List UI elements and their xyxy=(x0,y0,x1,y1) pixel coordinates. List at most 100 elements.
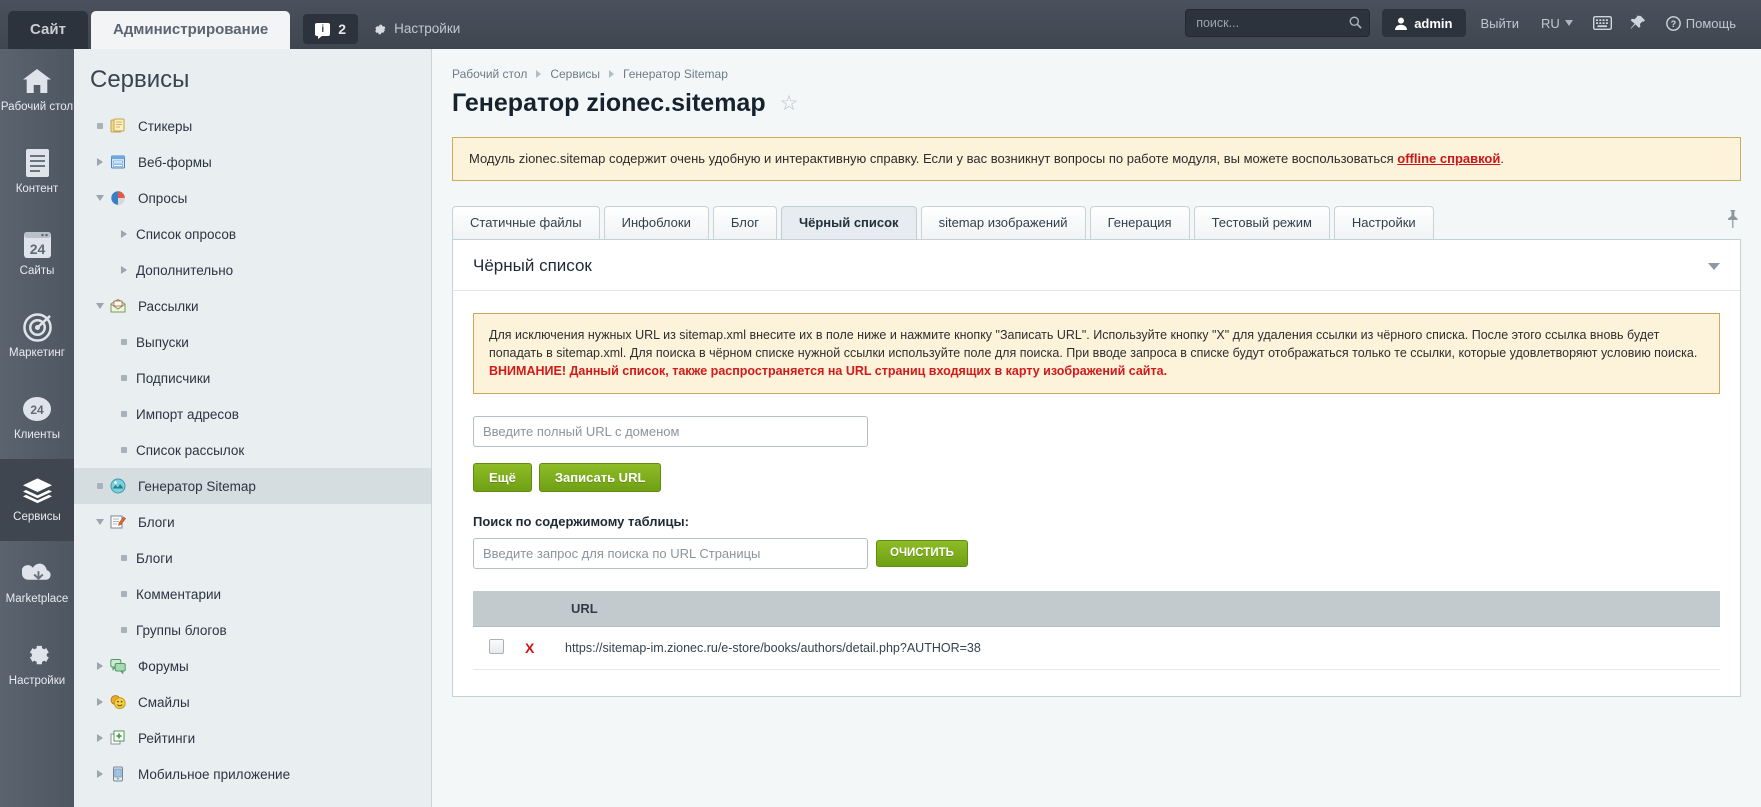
page-title: Генератор zionec.sitemap xyxy=(452,89,766,118)
tree-item-label: Стикеры xyxy=(136,119,192,134)
tree-item-1[interactable]: Веб-формы xyxy=(74,144,431,180)
tree-item-11[interactable]: Блоги xyxy=(74,504,431,540)
delete-row-button[interactable]: X xyxy=(525,640,534,656)
content-tab-2[interactable]: Блог xyxy=(713,206,777,239)
search-icon[interactable] xyxy=(1348,15,1363,30)
bullet-icon xyxy=(114,555,134,561)
table-body: Xhttps://sitemap-im.zionec.ru/e-store/bo… xyxy=(473,626,1720,669)
global-search[interactable] xyxy=(1185,9,1370,37)
th-checkbox xyxy=(473,591,515,627)
keyboard-shortcuts-button[interactable] xyxy=(1584,16,1621,30)
top-tab-site[interactable]: Сайт xyxy=(8,11,88,49)
rail-item-label: Маркетинг xyxy=(9,347,65,360)
expand-triangle-icon[interactable] xyxy=(90,158,110,166)
logout-link[interactable]: Выйти xyxy=(1470,9,1531,37)
breadcrumb-item-0[interactable]: Рабочий стол xyxy=(452,67,527,81)
expand-triangle-icon[interactable] xyxy=(114,266,134,274)
collapse-triangle-icon[interactable] xyxy=(90,303,110,309)
write-url-button[interactable]: Записать URL xyxy=(539,463,662,492)
user-icon xyxy=(1395,17,1407,30)
mobile-icon xyxy=(110,766,136,782)
tree-item-4[interactable]: Дополнительно xyxy=(74,252,431,288)
tree-item-label: Дополнительно xyxy=(134,263,233,278)
content-tab-1[interactable]: Инфоблоки xyxy=(604,206,709,239)
action-buttons-row: Ещё Записать URL xyxy=(473,463,1720,492)
tree-item-9[interactable]: Список рассылок xyxy=(74,432,431,468)
breadcrumb-item-1[interactable]: Сервисы xyxy=(550,67,600,81)
sitemap-icon xyxy=(110,478,136,494)
rail-item-маркетинг[interactable]: Маркетинг xyxy=(0,295,74,377)
content-tab-4[interactable]: sitemap изображений xyxy=(921,206,1086,239)
bullet-icon xyxy=(90,483,110,489)
language-selector[interactable]: RU xyxy=(1530,9,1584,37)
favorite-star-icon[interactable]: ☆ xyxy=(780,93,799,114)
collapse-triangle-icon[interactable] xyxy=(90,519,110,525)
rail-item-сайты[interactable]: 24Сайты xyxy=(0,213,74,295)
tree-item-18[interactable]: Мобильное приложение xyxy=(74,756,431,792)
top-bar-right: admin Выйти RU ? Помощь xyxy=(1185,0,1761,49)
tree-item-14[interactable]: Группы блогов xyxy=(74,612,431,648)
expand-triangle-icon[interactable] xyxy=(90,734,110,742)
webform-icon xyxy=(110,154,136,170)
tree-item-15[interactable]: Форумы xyxy=(74,648,431,684)
tree-item-13[interactable]: Комментарии xyxy=(74,576,431,612)
bullet-icon xyxy=(114,375,134,381)
rail-item-label: Контент xyxy=(16,183,59,196)
expand-triangle-icon[interactable] xyxy=(90,662,110,670)
tree-item-3[interactable]: Список опросов xyxy=(74,216,431,252)
tree-item-2[interactable]: Опросы xyxy=(74,180,431,216)
user-label: admin xyxy=(1414,16,1452,31)
pin-page-button[interactable] xyxy=(1621,15,1655,31)
clear-search-button[interactable]: ОЧИСТИТЬ xyxy=(876,540,968,567)
user-menu-button[interactable]: admin xyxy=(1382,9,1465,37)
expand-triangle-icon[interactable] xyxy=(90,698,110,706)
tree-item-7[interactable]: Подписчики xyxy=(74,360,431,396)
tree-item-5[interactable]: Рассылки xyxy=(74,288,431,324)
table-search-input[interactable] xyxy=(473,538,868,569)
help-link[interactable]: ? Помощь xyxy=(1655,9,1747,37)
collapse-panel-icon[interactable] xyxy=(1708,263,1720,270)
instructions-text: Для исключения нужных URL из sitemap.xml… xyxy=(489,328,1697,360)
rail-item-контент[interactable]: Контент xyxy=(0,131,74,213)
tree-list: Стикеры Веб-формыОпросыСписок опросов Допо… xyxy=(74,108,431,792)
content-tab-5[interactable]: Генерация xyxy=(1090,206,1190,239)
tree-item-6[interactable]: Выпуски xyxy=(74,324,431,360)
content-tab-6[interactable]: Тестовый режим xyxy=(1194,206,1330,239)
panel-body: Для исключения нужных URL из sitemap.xml… xyxy=(453,291,1740,695)
more-button[interactable]: Ещё xyxy=(473,463,532,492)
tree-item-label: Список рассылок xyxy=(134,443,244,458)
rail-item-клиенты[interactable]: 24Клиенты xyxy=(0,377,74,459)
rail-item-настройки[interactable]: Настройки xyxy=(0,623,74,705)
tree-item-10[interactable]: Генератор Sitemap xyxy=(74,468,431,504)
content-tab-7[interactable]: Настройки xyxy=(1334,206,1434,239)
top-tab-administration[interactable]: Администрирование xyxy=(91,11,290,49)
table-search-label: Поиск по содержимому таблицы: xyxy=(473,514,1720,529)
row-url-cell: https://sitemap-im.zionec.ru/e-store/boo… xyxy=(555,626,1720,669)
breadcrumb-item-2[interactable]: Генератор Sitemap xyxy=(623,67,728,81)
tree-item-0[interactable]: Стикеры xyxy=(74,108,431,144)
rail-item-marketplace[interactable]: Marketplace xyxy=(0,541,74,623)
content-tab-3[interactable]: Чёрный список xyxy=(781,206,917,239)
offline-help-link[interactable]: offline справкой xyxy=(1397,151,1500,166)
url-input[interactable] xyxy=(473,416,868,447)
rail-item-label: Рабочий стол xyxy=(1,101,73,114)
tree-item-16[interactable]: Смайлы xyxy=(74,684,431,720)
collapse-triangle-icon[interactable] xyxy=(90,195,110,201)
content-tab-0[interactable]: Статичные файлы xyxy=(452,206,600,239)
rail-item-сервисы[interactable]: Сервисы xyxy=(0,459,74,541)
expand-triangle-icon[interactable] xyxy=(114,230,134,238)
tree-item-12[interactable]: Блоги xyxy=(74,540,431,576)
left-icon-rail: Рабочий стол Контент 24Сайты Маркетинг 24Кли… xyxy=(0,49,74,807)
rail-item-рабочий-стол[interactable]: Рабочий стол xyxy=(0,49,74,131)
top-settings-button[interactable]: Настройки xyxy=(372,14,460,44)
search-input[interactable] xyxy=(1185,9,1370,37)
tree-item-17[interactable]: Рейтинги xyxy=(74,720,431,756)
pin-tabs-button[interactable] xyxy=(1725,210,1741,231)
expand-triangle-icon[interactable] xyxy=(90,770,110,778)
tree-item-8[interactable]: Импорт адресов xyxy=(74,396,431,432)
instructions-warning: ВНИМАНИЕ! Данный список, также распростр… xyxy=(489,364,1167,378)
top-settings-label: Настройки xyxy=(394,14,460,44)
notifications-button[interactable]: i 2 xyxy=(303,14,358,44)
row-checkbox[interactable] xyxy=(489,639,504,654)
module-notice-banner: Модуль zionec.sitemap содержит очень удо… xyxy=(452,137,1741,181)
